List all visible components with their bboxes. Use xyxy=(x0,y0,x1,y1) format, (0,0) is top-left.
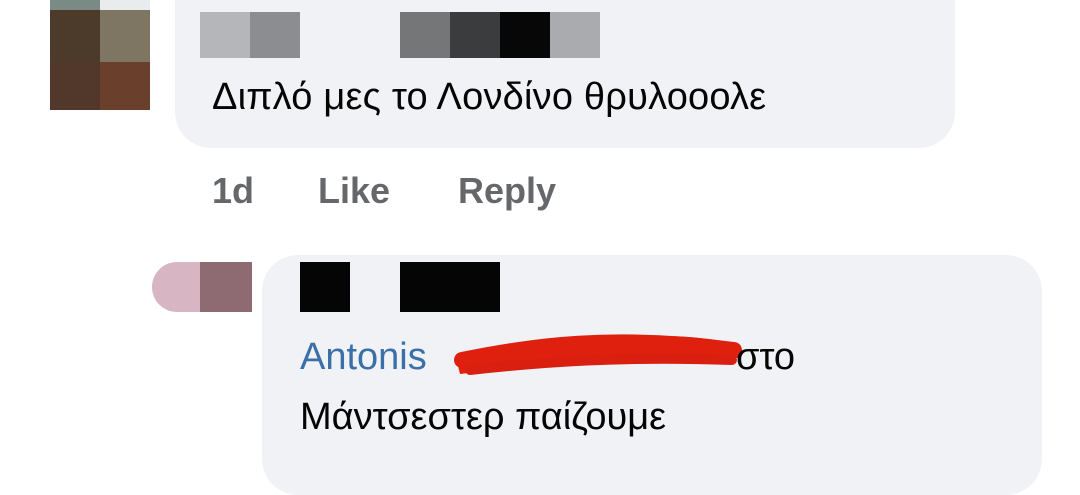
reply-button[interactable]: Reply xyxy=(458,170,556,212)
like-button[interactable]: Like xyxy=(318,170,390,212)
reply-text-line-2: Μάντσεστερ παίζουμε xyxy=(300,396,667,438)
comment-timestamp[interactable]: 1d xyxy=(212,170,254,212)
mentioned-user-link[interactable]: Antonis xyxy=(300,336,427,378)
comment-text: Διπλό μες το Λονδίνο θρυλοοολε xyxy=(212,76,767,118)
reply-text-line-1: Antonis xyxy=(300,336,427,379)
reply-text: στο xyxy=(736,336,796,378)
red-scribble-redaction xyxy=(454,334,742,375)
